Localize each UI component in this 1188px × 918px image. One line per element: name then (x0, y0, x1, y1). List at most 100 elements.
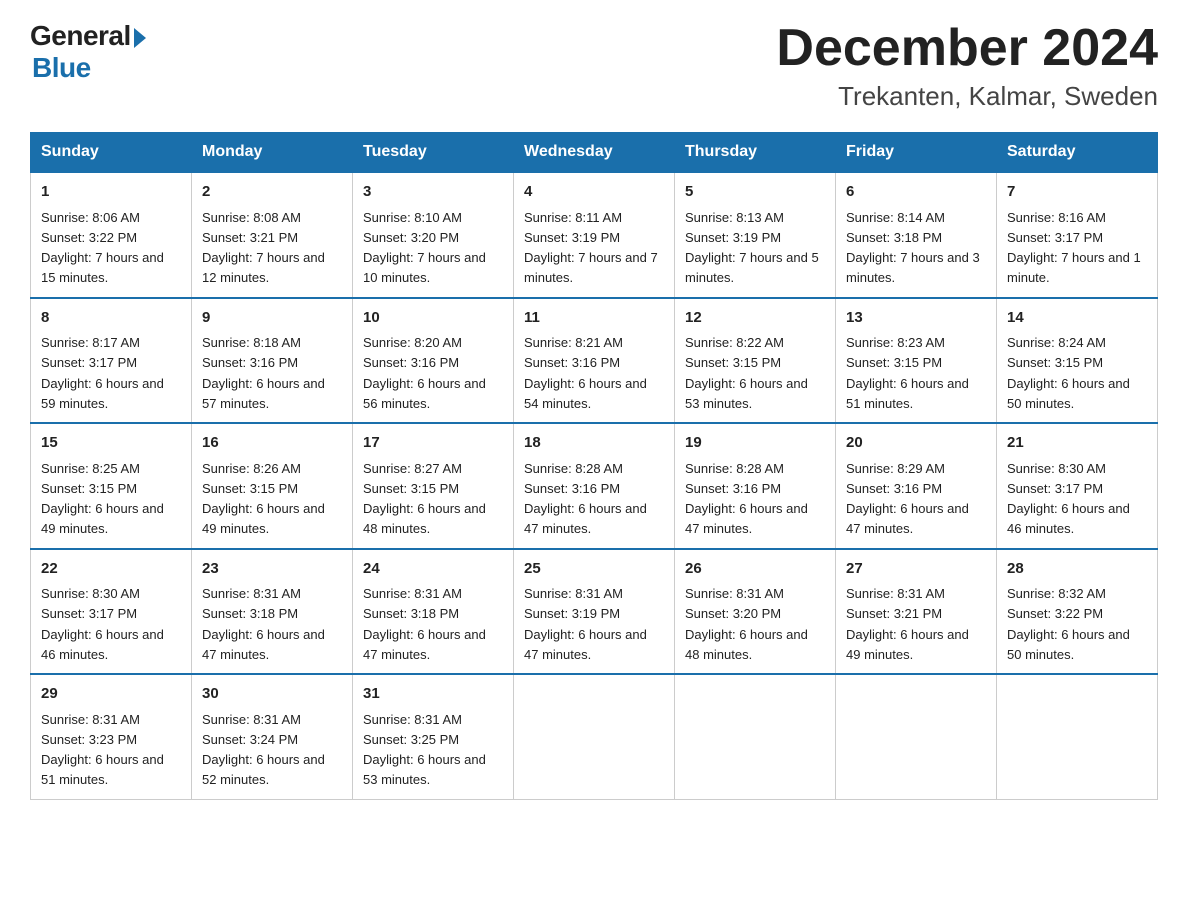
month-title: December 2024 (776, 20, 1158, 77)
day-daylight: Daylight: 6 hours and 46 minutes. (41, 627, 164, 662)
day-daylight: Daylight: 6 hours and 47 minutes. (363, 627, 486, 662)
calendar-day-cell: 5Sunrise: 8:13 AMSunset: 3:19 PMDaylight… (675, 172, 836, 298)
day-daylight: Daylight: 6 hours and 54 minutes. (524, 376, 647, 411)
day-sunrise: Sunrise: 8:31 AM (524, 586, 623, 601)
day-number: 5 (685, 181, 825, 204)
day-sunset: Sunset: 3:19 PM (685, 230, 781, 245)
day-sunrise: Sunrise: 8:31 AM (685, 586, 784, 601)
day-number: 20 (846, 432, 986, 455)
day-sunrise: Sunrise: 8:31 AM (202, 586, 301, 601)
day-sunset: Sunset: 3:17 PM (1007, 230, 1103, 245)
day-sunrise: Sunrise: 8:22 AM (685, 335, 784, 350)
day-daylight: Daylight: 7 hours and 12 minutes. (202, 250, 325, 285)
day-sunrise: Sunrise: 8:27 AM (363, 461, 462, 476)
calendar-day-cell: 6Sunrise: 8:14 AMSunset: 3:18 PMDaylight… (836, 172, 997, 298)
calendar-day-cell: 12Sunrise: 8:22 AMSunset: 3:15 PMDayligh… (675, 298, 836, 424)
day-sunrise: Sunrise: 8:31 AM (846, 586, 945, 601)
day-sunrise: Sunrise: 8:30 AM (1007, 461, 1106, 476)
day-sunset: Sunset: 3:16 PM (202, 355, 298, 370)
day-sunset: Sunset: 3:15 PM (363, 481, 459, 496)
day-sunset: Sunset: 3:21 PM (202, 230, 298, 245)
calendar-day-cell (836, 674, 997, 799)
day-daylight: Daylight: 6 hours and 48 minutes. (685, 627, 808, 662)
day-number: 13 (846, 307, 986, 330)
day-sunset: Sunset: 3:17 PM (1007, 481, 1103, 496)
calendar-day-cell (997, 674, 1158, 799)
day-sunset: Sunset: 3:19 PM (524, 606, 620, 621)
col-saturday: Saturday (997, 133, 1158, 173)
calendar-day-cell: 29Sunrise: 8:31 AMSunset: 3:23 PMDayligh… (31, 674, 192, 799)
col-monday: Monday (192, 133, 353, 173)
col-wednesday: Wednesday (514, 133, 675, 173)
day-daylight: Daylight: 6 hours and 47 minutes. (524, 627, 647, 662)
day-daylight: Daylight: 7 hours and 7 minutes. (524, 250, 658, 285)
day-sunrise: Sunrise: 8:08 AM (202, 210, 301, 225)
page-header: General Blue December 2024 Trekanten, Ka… (30, 20, 1158, 112)
calendar-day-cell: 3Sunrise: 8:10 AMSunset: 3:20 PMDaylight… (353, 172, 514, 298)
day-sunset: Sunset: 3:22 PM (41, 230, 137, 245)
day-sunset: Sunset: 3:16 PM (363, 355, 459, 370)
day-sunrise: Sunrise: 8:31 AM (202, 712, 301, 727)
day-number: 14 (1007, 307, 1147, 330)
day-sunset: Sunset: 3:16 PM (846, 481, 942, 496)
day-daylight: Daylight: 6 hours and 46 minutes. (1007, 501, 1130, 536)
col-thursday: Thursday (675, 133, 836, 173)
location-title: Trekanten, Kalmar, Sweden (776, 81, 1158, 112)
day-number: 21 (1007, 432, 1147, 455)
day-number: 9 (202, 307, 342, 330)
calendar-day-cell: 19Sunrise: 8:28 AMSunset: 3:16 PMDayligh… (675, 423, 836, 549)
day-number: 29 (41, 683, 181, 706)
day-sunset: Sunset: 3:16 PM (524, 481, 620, 496)
calendar-week-row: 8Sunrise: 8:17 AMSunset: 3:17 PMDaylight… (31, 298, 1158, 424)
logo: General Blue (30, 20, 146, 84)
day-sunrise: Sunrise: 8:21 AM (524, 335, 623, 350)
day-daylight: Daylight: 7 hours and 3 minutes. (846, 250, 980, 285)
day-sunset: Sunset: 3:15 PM (202, 481, 298, 496)
calendar-day-cell: 31Sunrise: 8:31 AMSunset: 3:25 PMDayligh… (353, 674, 514, 799)
day-sunrise: Sunrise: 8:18 AM (202, 335, 301, 350)
calendar-day-cell: 4Sunrise: 8:11 AMSunset: 3:19 PMDaylight… (514, 172, 675, 298)
calendar-week-row: 22Sunrise: 8:30 AMSunset: 3:17 PMDayligh… (31, 549, 1158, 675)
day-sunrise: Sunrise: 8:31 AM (363, 586, 462, 601)
day-number: 23 (202, 558, 342, 581)
day-sunset: Sunset: 3:23 PM (41, 732, 137, 747)
day-sunset: Sunset: 3:15 PM (846, 355, 942, 370)
day-number: 24 (363, 558, 503, 581)
day-sunrise: Sunrise: 8:17 AM (41, 335, 140, 350)
day-sunset: Sunset: 3:15 PM (685, 355, 781, 370)
day-daylight: Daylight: 7 hours and 15 minutes. (41, 250, 164, 285)
calendar-day-cell (514, 674, 675, 799)
calendar-day-cell: 2Sunrise: 8:08 AMSunset: 3:21 PMDaylight… (192, 172, 353, 298)
calendar-day-cell: 18Sunrise: 8:28 AMSunset: 3:16 PMDayligh… (514, 423, 675, 549)
day-sunrise: Sunrise: 8:24 AM (1007, 335, 1106, 350)
day-number: 4 (524, 181, 664, 204)
day-daylight: Daylight: 6 hours and 52 minutes. (202, 752, 325, 787)
day-sunset: Sunset: 3:18 PM (202, 606, 298, 621)
day-sunrise: Sunrise: 8:16 AM (1007, 210, 1106, 225)
day-sunrise: Sunrise: 8:29 AM (846, 461, 945, 476)
calendar-day-cell: 15Sunrise: 8:25 AMSunset: 3:15 PMDayligh… (31, 423, 192, 549)
day-number: 1 (41, 181, 181, 204)
day-sunset: Sunset: 3:21 PM (846, 606, 942, 621)
day-number: 7 (1007, 181, 1147, 204)
calendar-day-cell: 26Sunrise: 8:31 AMSunset: 3:20 PMDayligh… (675, 549, 836, 675)
day-daylight: Daylight: 6 hours and 47 minutes. (202, 627, 325, 662)
day-sunrise: Sunrise: 8:31 AM (41, 712, 140, 727)
calendar-day-cell: 30Sunrise: 8:31 AMSunset: 3:24 PMDayligh… (192, 674, 353, 799)
day-number: 15 (41, 432, 181, 455)
col-tuesday: Tuesday (353, 133, 514, 173)
day-sunset: Sunset: 3:19 PM (524, 230, 620, 245)
day-number: 10 (363, 307, 503, 330)
day-sunset: Sunset: 3:25 PM (363, 732, 459, 747)
day-daylight: Daylight: 6 hours and 57 minutes. (202, 376, 325, 411)
title-block: December 2024 Trekanten, Kalmar, Sweden (776, 20, 1158, 112)
day-sunset: Sunset: 3:18 PM (846, 230, 942, 245)
day-number: 26 (685, 558, 825, 581)
day-daylight: Daylight: 6 hours and 56 minutes. (363, 376, 486, 411)
day-sunset: Sunset: 3:15 PM (1007, 355, 1103, 370)
day-daylight: Daylight: 6 hours and 49 minutes. (41, 501, 164, 536)
calendar-day-cell: 13Sunrise: 8:23 AMSunset: 3:15 PMDayligh… (836, 298, 997, 424)
col-sunday: Sunday (31, 133, 192, 173)
day-daylight: Daylight: 6 hours and 47 minutes. (685, 501, 808, 536)
day-sunrise: Sunrise: 8:20 AM (363, 335, 462, 350)
